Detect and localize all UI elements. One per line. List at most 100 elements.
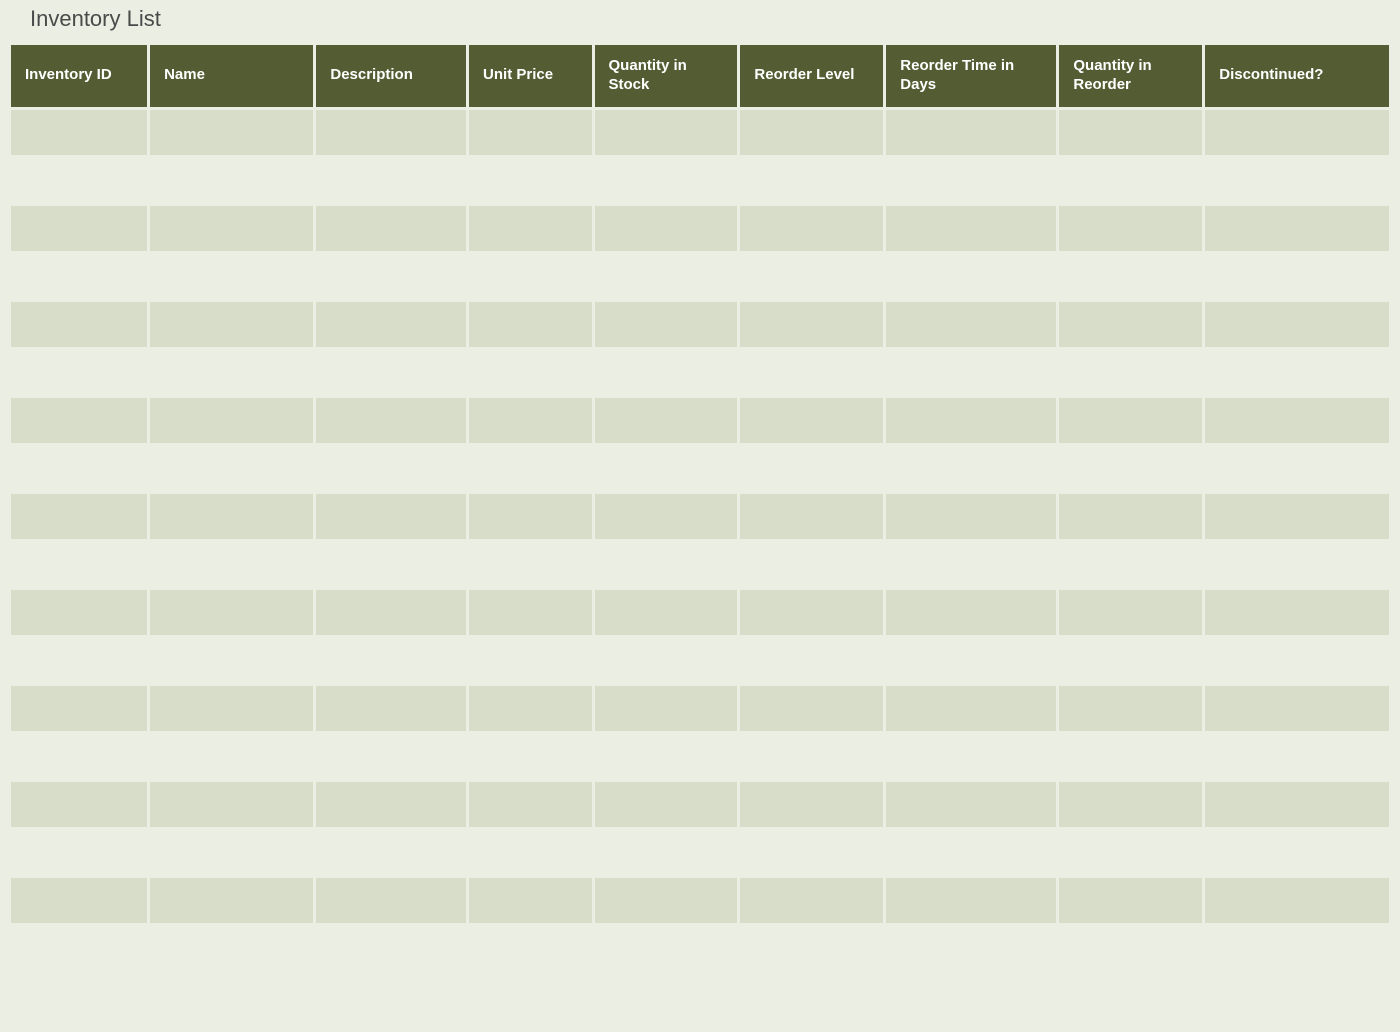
- table-cell[interactable]: [469, 734, 591, 779]
- table-cell[interactable]: [150, 398, 313, 443]
- table-cell[interactable]: [469, 254, 591, 299]
- table-cell[interactable]: [316, 590, 466, 635]
- table-cell[interactable]: [740, 830, 883, 875]
- table-cell[interactable]: [740, 446, 883, 491]
- table-cell[interactable]: [469, 158, 591, 203]
- table-cell[interactable]: [1059, 110, 1202, 155]
- table-cell[interactable]: [1059, 302, 1202, 347]
- table-cell[interactable]: [1059, 398, 1202, 443]
- table-cell[interactable]: [595, 206, 738, 251]
- table-cell[interactable]: [150, 590, 313, 635]
- table-cell[interactable]: [150, 446, 313, 491]
- column-header-description[interactable]: Description: [316, 45, 466, 107]
- table-cell[interactable]: [316, 878, 466, 923]
- table-cell[interactable]: [150, 494, 313, 539]
- table-cell[interactable]: [316, 350, 466, 395]
- table-cell[interactable]: [740, 638, 883, 683]
- table-cell[interactable]: [1205, 158, 1389, 203]
- table-cell[interactable]: [886, 158, 1056, 203]
- column-header-reorder-level[interactable]: Reorder Level: [740, 45, 883, 107]
- table-cell[interactable]: [316, 734, 466, 779]
- table-cell[interactable]: [316, 254, 466, 299]
- table-cell[interactable]: [740, 782, 883, 827]
- table-cell[interactable]: [1205, 830, 1389, 875]
- table-cell[interactable]: [595, 494, 738, 539]
- table-cell[interactable]: [595, 302, 738, 347]
- table-cell[interactable]: [469, 830, 591, 875]
- table-cell[interactable]: [11, 254, 147, 299]
- table-cell[interactable]: [11, 638, 147, 683]
- column-header-discontinued[interactable]: Discontinued?: [1205, 45, 1389, 107]
- table-cell[interactable]: [1205, 686, 1389, 731]
- table-cell[interactable]: [1205, 398, 1389, 443]
- table-cell[interactable]: [469, 590, 591, 635]
- table-cell[interactable]: [150, 206, 313, 251]
- table-cell[interactable]: [11, 734, 147, 779]
- column-header-inventory-id[interactable]: Inventory ID: [11, 45, 147, 107]
- table-cell[interactable]: [1205, 446, 1389, 491]
- table-cell[interactable]: [595, 686, 738, 731]
- table-cell[interactable]: [316, 494, 466, 539]
- table-cell[interactable]: [150, 878, 313, 923]
- table-cell[interactable]: [469, 302, 591, 347]
- table-cell[interactable]: [1205, 638, 1389, 683]
- table-cell[interactable]: [1205, 206, 1389, 251]
- table-cell[interactable]: [1059, 494, 1202, 539]
- table-cell[interactable]: [150, 830, 313, 875]
- table-cell[interactable]: [886, 206, 1056, 251]
- table-cell[interactable]: [469, 110, 591, 155]
- table-cell[interactable]: [11, 302, 147, 347]
- table-cell[interactable]: [469, 686, 591, 731]
- table-cell[interactable]: [469, 350, 591, 395]
- table-cell[interactable]: [316, 446, 466, 491]
- table-cell[interactable]: [11, 542, 147, 587]
- table-cell[interactable]: [595, 446, 738, 491]
- table-cell[interactable]: [316, 158, 466, 203]
- table-cell[interactable]: [595, 590, 738, 635]
- table-cell[interactable]: [595, 782, 738, 827]
- table-cell[interactable]: [595, 158, 738, 203]
- table-cell[interactable]: [1059, 734, 1202, 779]
- table-cell[interactable]: [1059, 590, 1202, 635]
- table-cell[interactable]: [595, 638, 738, 683]
- table-cell[interactable]: [740, 206, 883, 251]
- column-header-quantity-stock[interactable]: Quantity in Stock: [595, 45, 738, 107]
- table-cell[interactable]: [886, 782, 1056, 827]
- table-cell[interactable]: [1059, 878, 1202, 923]
- table-cell[interactable]: [1205, 350, 1389, 395]
- table-cell[interactable]: [11, 350, 147, 395]
- table-cell[interactable]: [150, 350, 313, 395]
- table-cell[interactable]: [1059, 254, 1202, 299]
- table-cell[interactable]: [740, 494, 883, 539]
- table-cell[interactable]: [11, 878, 147, 923]
- table-cell[interactable]: [1059, 446, 1202, 491]
- table-cell[interactable]: [150, 734, 313, 779]
- table-cell[interactable]: [1059, 686, 1202, 731]
- table-cell[interactable]: [886, 878, 1056, 923]
- table-cell[interactable]: [1059, 158, 1202, 203]
- table-cell[interactable]: [1205, 110, 1389, 155]
- table-cell[interactable]: [469, 878, 591, 923]
- column-header-name[interactable]: Name: [150, 45, 313, 107]
- table-cell[interactable]: [1205, 926, 1389, 971]
- table-cell[interactable]: [1205, 542, 1389, 587]
- table-cell[interactable]: [1205, 590, 1389, 635]
- table-cell[interactable]: [316, 398, 466, 443]
- table-cell[interactable]: [150, 254, 313, 299]
- table-cell[interactable]: [469, 638, 591, 683]
- table-cell[interactable]: [1059, 542, 1202, 587]
- table-cell[interactable]: [740, 878, 883, 923]
- table-cell[interactable]: [1059, 350, 1202, 395]
- table-cell[interactable]: [740, 398, 883, 443]
- table-cell[interactable]: [11, 158, 147, 203]
- table-cell[interactable]: [11, 686, 147, 731]
- table-cell[interactable]: [1059, 926, 1202, 971]
- table-cell[interactable]: [316, 638, 466, 683]
- table-cell[interactable]: [886, 446, 1056, 491]
- table-cell[interactable]: [316, 542, 466, 587]
- table-cell[interactable]: [1059, 206, 1202, 251]
- table-cell[interactable]: [11, 446, 147, 491]
- table-cell[interactable]: [595, 398, 738, 443]
- table-cell[interactable]: [316, 110, 466, 155]
- table-cell[interactable]: [886, 350, 1056, 395]
